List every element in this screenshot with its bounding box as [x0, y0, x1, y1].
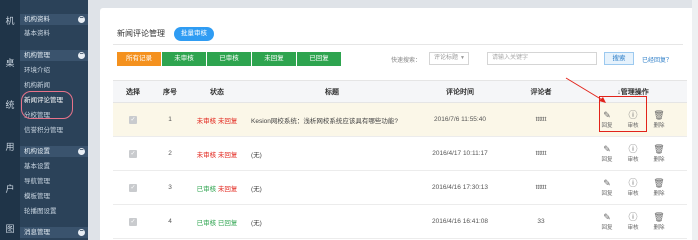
- scrollbar[interactable]: [692, 0, 698, 240]
- annotation-arrow: [565, 77, 606, 103]
